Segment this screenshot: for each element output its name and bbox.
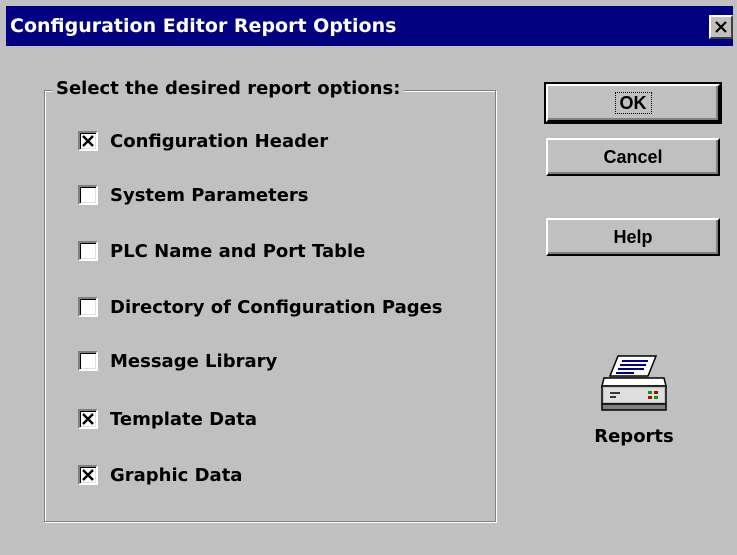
checkbox[interactable] (78, 185, 98, 205)
cancel-label: Cancel (603, 146, 663, 167)
option-label: Message Library (110, 350, 278, 372)
option-label: System Parameters (110, 184, 309, 206)
close-icon (715, 21, 727, 33)
option-directory-config-pages[interactable]: Directory of Configuration Pages (78, 292, 443, 322)
option-configuration-header[interactable]: Configuration Header (78, 126, 328, 156)
option-label: Configuration Header (110, 130, 329, 152)
check-x-icon (82, 135, 94, 147)
window-title: Configuration Editor Report Options (10, 15, 397, 37)
report-options-dialog: Configuration Editor Report Options Sele… (0, 0, 737, 555)
cancel-button[interactable]: Cancel (546, 138, 720, 176)
ok-button[interactable]: OK (544, 82, 722, 124)
option-system-parameters[interactable]: System Parameters (78, 180, 309, 210)
checkbox[interactable] (78, 241, 98, 261)
checkbox[interactable] (78, 131, 98, 151)
checkbox[interactable] (78, 465, 98, 485)
option-label: Graphic Data (110, 464, 243, 486)
help-label: Help (613, 226, 653, 247)
checkbox[interactable] (78, 297, 98, 317)
close-button[interactable] (709, 15, 733, 39)
option-label: Template Data (110, 408, 257, 430)
option-label: Directory of Configuration Pages (110, 296, 443, 318)
option-label: PLC Name and Port Table (110, 240, 366, 262)
option-plc-name-port-table[interactable]: PLC Name and Port Table (78, 236, 365, 266)
check-x-icon (82, 413, 94, 425)
check-x-icon (82, 469, 94, 481)
option-graphic-data[interactable]: Graphic Data (78, 460, 242, 490)
reports-label: Reports (594, 426, 674, 447)
option-template-data[interactable]: Template Data (78, 404, 257, 434)
option-message-library[interactable]: Message Library (78, 346, 277, 376)
help-button[interactable]: Help (546, 218, 720, 256)
checkbox[interactable] (78, 409, 98, 429)
printer-icon (598, 352, 670, 418)
ok-label: OK (614, 92, 652, 114)
checkbox[interactable] (78, 351, 98, 371)
title-bar[interactable]: Configuration Editor Report Options (6, 6, 733, 46)
group-label: Select the desired report options: (52, 77, 405, 101)
